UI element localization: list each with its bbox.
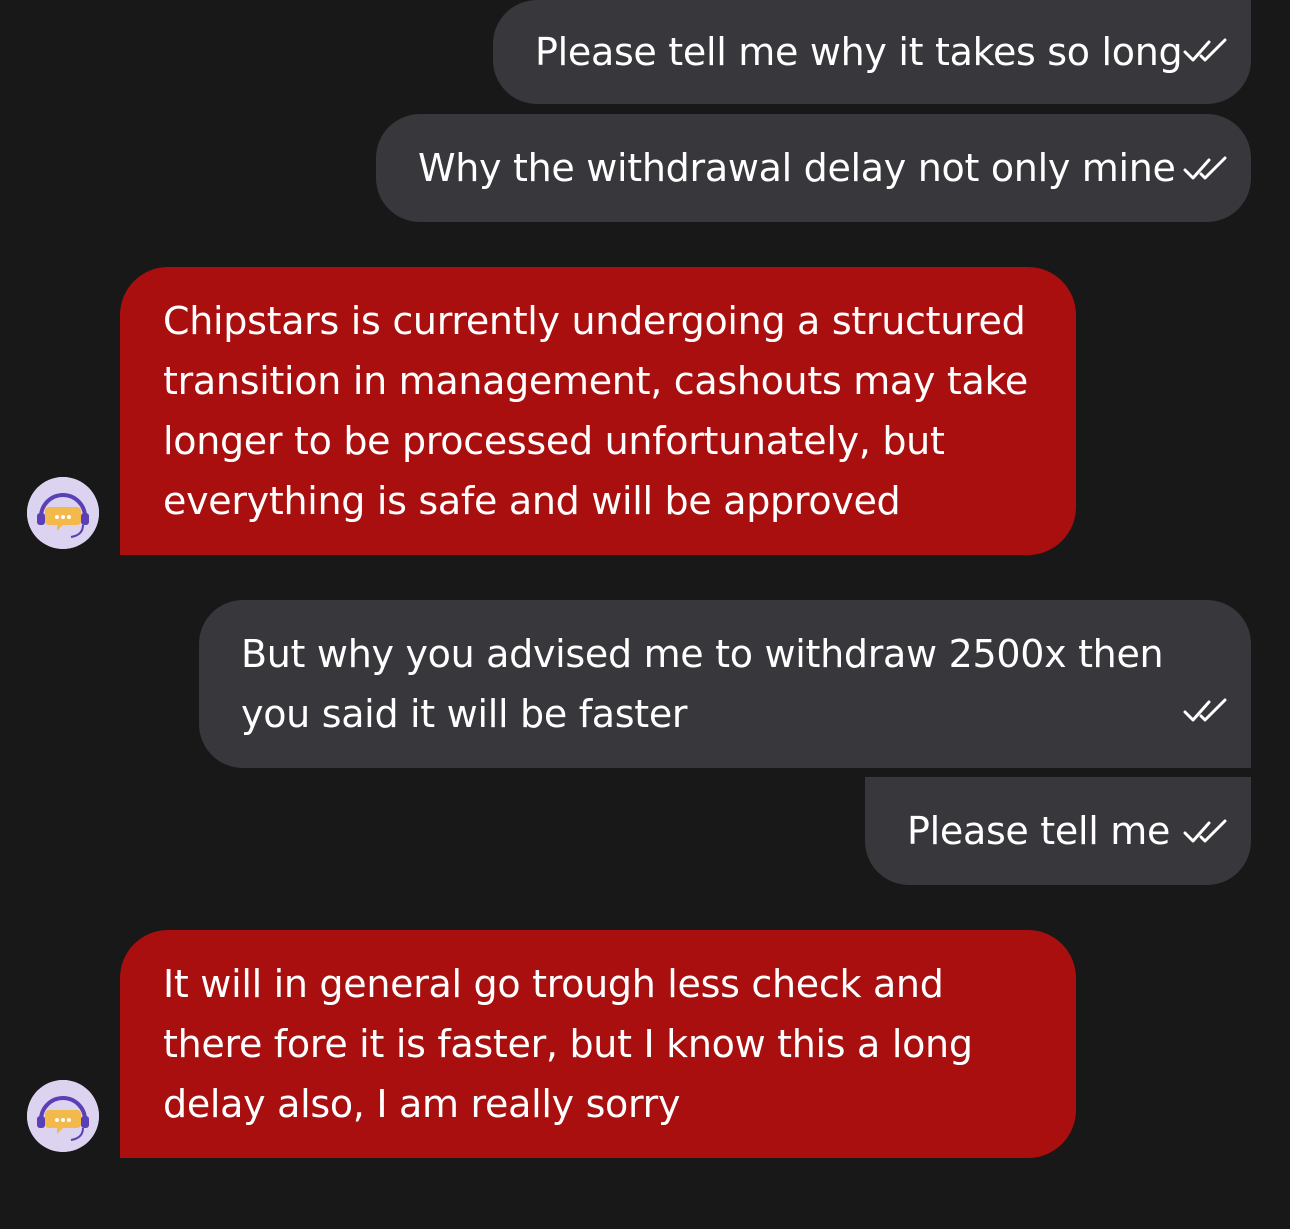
user-message-bubble[interactable]: Please tell me why it takes so long: [493, 0, 1251, 104]
message-text: But why you advised me to withdraw 2500x…: [241, 632, 1164, 736]
support-agent-avatar-icon[interactable]: [27, 1080, 99, 1152]
double-check-icon: [1183, 819, 1227, 843]
message-text: Why the withdrawal delay not only mine: [418, 146, 1176, 190]
support-agent-avatar-icon[interactable]: [27, 477, 99, 549]
user-message-bubble[interactable]: Please tell me: [865, 777, 1251, 885]
agent-message-bubble[interactable]: Chipstars is currently undergoing a stru…: [120, 267, 1076, 555]
message-text: It will in general go trough less check …: [163, 962, 973, 1126]
message-text: Please tell me: [907, 809, 1171, 853]
agent-message-bubble[interactable]: It will in general go trough less check …: [120, 930, 1076, 1158]
message-text: Please tell me why it takes so long: [535, 30, 1183, 74]
double-check-icon: [1183, 156, 1227, 180]
user-message-bubble[interactable]: But why you advised me to withdraw 2500x…: [199, 600, 1251, 768]
double-check-icon: [1183, 38, 1227, 62]
message-text: Chipstars is currently undergoing a stru…: [163, 299, 1028, 523]
double-check-icon: [1183, 698, 1227, 722]
user-message-bubble[interactable]: Why the withdrawal delay not only mine: [376, 114, 1251, 222]
